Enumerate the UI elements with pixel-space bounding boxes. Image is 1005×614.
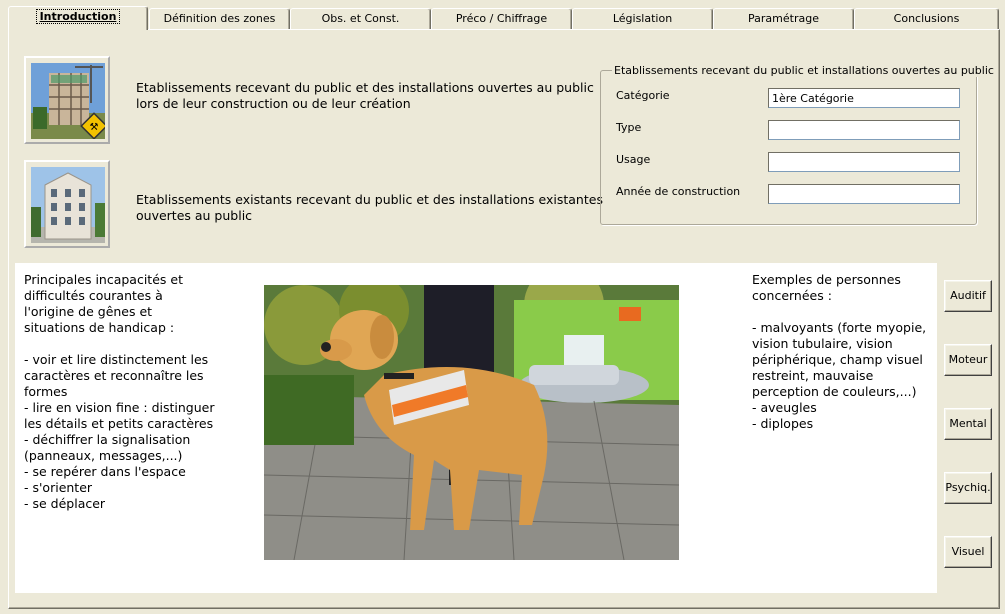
mental-button[interactable]: Mental [944, 408, 992, 440]
new-building-label: Etablissements recevant du public et des… [136, 80, 594, 111]
usage-label: Usage [616, 153, 651, 166]
tab-preco-chiffrage[interactable]: Préco / Chiffrage [431, 8, 572, 29]
existing-building-label: Etablissements existants recevant du pub… [136, 192, 603, 223]
tab-bar: Introduction Définition des zones Obs. e… [8, 6, 999, 30]
new-building-button[interactable]: ⚒ [24, 56, 110, 144]
existing-building-button[interactable] [24, 160, 110, 248]
construction-site-image: ⚒ [31, 63, 105, 139]
tab-introduction[interactable]: Introduction [8, 6, 148, 30]
tab-obs-const[interactable]: Obs. et Const. [290, 8, 431, 29]
existing-building-image [31, 167, 105, 243]
tab-definition-zones[interactable]: Définition des zones [149, 8, 290, 29]
examples-text: Exemples de personnes concernées : - mal… [752, 272, 927, 431]
construction-year-field[interactable] [768, 184, 960, 204]
usage-field[interactable] [768, 152, 960, 172]
type-field[interactable] [768, 120, 960, 140]
tab-conclusions[interactable]: Conclusions [854, 8, 999, 29]
visuel-button[interactable]: Visuel [944, 536, 992, 568]
tab-legislation[interactable]: Législation [572, 8, 713, 29]
incapacities-text: Principales incapacités et difficultés c… [24, 272, 215, 511]
tab-parametrage[interactable]: Paramétrage [713, 8, 854, 29]
category-label: Catégorie [616, 89, 670, 102]
svg-text:⚒: ⚒ [90, 122, 99, 133]
construction-year-label: Année de construction [616, 185, 741, 198]
guide-dog-photo [264, 285, 679, 560]
type-label: Type [616, 121, 642, 134]
moteur-button[interactable]: Moteur [944, 344, 992, 376]
auditif-button[interactable]: Auditif [944, 280, 992, 312]
category-field[interactable] [768, 88, 960, 108]
psychique-button[interactable]: Psychiq. [944, 472, 992, 504]
groupbox-title: Etablissements recevant du public et ins… [612, 64, 996, 77]
